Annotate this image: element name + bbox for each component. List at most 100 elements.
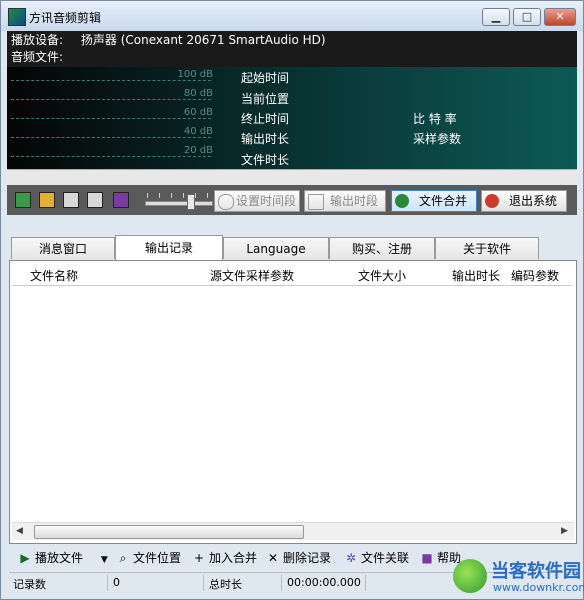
tab-messages[interactable]: 消息窗口 bbox=[11, 237, 115, 259]
device-info-bar: 播放设备: 扬声器 (Conexant 20671 SmartAudio HD)… bbox=[7, 31, 577, 67]
current-position-label: 当前位置 bbox=[241, 92, 290, 106]
x-icon: ✕ bbox=[267, 551, 279, 565]
add-merge-button[interactable]: + 加入合并 bbox=[193, 549, 257, 567]
volume-slider[interactable] bbox=[145, 191, 213, 210]
power-icon bbox=[485, 194, 499, 208]
db-label: 60 dB bbox=[183, 107, 213, 118]
watermark: 当客软件园 www.downkr.com bbox=[453, 557, 584, 597]
scroll-thumb[interactable] bbox=[34, 525, 304, 539]
watermark-name: 当客软件园 bbox=[491, 561, 581, 582]
window-title: 方讯音频剪辑 bbox=[29, 11, 102, 25]
slider-tick bbox=[147, 193, 148, 198]
play-file-label: 播放文件 bbox=[35, 551, 84, 565]
set-range-button[interactable]: 设置时间段 bbox=[214, 190, 300, 212]
status-divider bbox=[203, 575, 204, 591]
merge-button[interactable]: 文件合并 bbox=[391, 190, 477, 212]
slider-tick bbox=[183, 193, 184, 198]
status-divider bbox=[281, 575, 282, 591]
output-length-label: 输出时长 bbox=[241, 132, 290, 146]
close-button[interactable]: ✕ bbox=[544, 8, 576, 26]
col-output-length[interactable]: 输出时长 bbox=[452, 267, 500, 284]
watermark-logo bbox=[453, 559, 487, 593]
scroll-right-icon[interactable]: ▶ bbox=[561, 526, 568, 536]
output-log-panel: 文件名称 源文件采样参数 文件大小 输出时长 编码参数 ◀ ▶ bbox=[9, 260, 577, 544]
book-icon[interactable] bbox=[113, 192, 129, 208]
meter-gridline bbox=[11, 137, 211, 138]
stop-icon[interactable] bbox=[87, 192, 103, 208]
table-header: 文件名称 源文件采样参数 文件大小 输出时长 编码参数 bbox=[12, 265, 572, 286]
merge-icon bbox=[395, 194, 409, 208]
sampling-label: 采样参数 bbox=[413, 132, 462, 146]
db-label: 20 dB bbox=[183, 145, 213, 156]
record-count-value: 0 bbox=[113, 576, 120, 589]
bitrate-label: 比 特 率 bbox=[413, 112, 457, 126]
db-label: 80 dB bbox=[183, 88, 213, 99]
merge-label: 文件合并 bbox=[418, 194, 467, 208]
play-file-button[interactable]: ▶ 播放文件 ▼ bbox=[19, 549, 108, 567]
tab-purchase[interactable]: 购买、注册 bbox=[329, 237, 435, 259]
file-label: 音频文件: bbox=[11, 50, 64, 64]
horizontal-scrollbar[interactable]: ◀ ▶ bbox=[12, 522, 574, 540]
tab-output-log[interactable]: 输出记录 bbox=[115, 235, 223, 261]
gear-icon: ✲ bbox=[345, 551, 357, 565]
add-merge-label: 加入合并 bbox=[209, 551, 258, 565]
meter-gridline bbox=[11, 99, 211, 100]
scroll-left-icon[interactable]: ◀ bbox=[16, 526, 23, 536]
play-icon[interactable] bbox=[63, 192, 79, 208]
total-length-value: 00:00:00.000 bbox=[287, 576, 361, 589]
start-time-label: 起始时间 bbox=[241, 71, 290, 85]
slider-thumb[interactable] bbox=[187, 194, 195, 210]
play-icon: ▶ bbox=[20, 551, 30, 565]
file-location-label: 文件位置 bbox=[133, 551, 182, 565]
monitor-icon[interactable] bbox=[15, 192, 31, 208]
file-length-label: 文件时长 bbox=[241, 153, 290, 167]
total-length-label: 总时长 bbox=[209, 578, 242, 591]
status-divider bbox=[365, 575, 366, 591]
col-encoding[interactable]: 编码参数 bbox=[511, 267, 559, 284]
slider-tick bbox=[159, 193, 160, 198]
folder-icon[interactable] bbox=[39, 192, 55, 208]
file-association-label: 文件关联 bbox=[361, 551, 410, 565]
output-range-button[interactable]: 输出时段 bbox=[304, 190, 386, 212]
tab-language[interactable]: Language bbox=[223, 237, 329, 259]
meter-gridline bbox=[11, 118, 211, 119]
delete-record-button[interactable]: ✕ 删除记录 bbox=[267, 549, 331, 567]
device-value: 扬声器 (Conexant 20671 SmartAudio HD) bbox=[80, 33, 326, 47]
dropdown-icon[interactable]: ▼ bbox=[101, 555, 108, 565]
slider-tick bbox=[207, 193, 208, 198]
exit-label: 退出系统 bbox=[508, 194, 557, 208]
file-association-button[interactable]: ✲ 文件关联 bbox=[345, 549, 409, 567]
col-source-params[interactable]: 源文件采样参数 bbox=[210, 267, 294, 284]
main-window: 方讯音频剪辑 ▁ □ ✕ 播放设备: 扬声器 (Conexant 20671 S… bbox=[0, 0, 584, 600]
col-file-size[interactable]: 文件大小 bbox=[358, 267, 406, 284]
title-bar[interactable]: 方讯音频剪辑 ▁ □ ✕ bbox=[1, 1, 583, 31]
waveform-display: 100 dB 80 dB 60 dB 40 dB 20 dB 起始时间 当前位置… bbox=[7, 67, 577, 169]
clock-icon bbox=[218, 194, 234, 210]
slider-tick bbox=[171, 193, 172, 198]
meter-gridline bbox=[11, 80, 211, 81]
disk-icon bbox=[308, 194, 324, 210]
plus-icon: + bbox=[193, 551, 205, 565]
output-range-label: 输出时段 bbox=[329, 194, 378, 208]
toolbar: 设置时间段 输出时段 文件合并 退出系统 bbox=[7, 185, 577, 215]
meter-gridline bbox=[11, 156, 211, 157]
minimize-button[interactable]: ▁ bbox=[482, 8, 510, 26]
slider-tick bbox=[195, 193, 196, 198]
device-label: 播放设备: bbox=[11, 33, 64, 47]
end-time-label: 终止时间 bbox=[241, 112, 290, 126]
tab-about[interactable]: 关于软件 bbox=[435, 237, 539, 259]
book-icon: ■ bbox=[421, 551, 433, 565]
col-filename[interactable]: 文件名称 bbox=[30, 267, 78, 284]
db-label: 40 dB bbox=[183, 126, 213, 137]
delete-record-label: 删除记录 bbox=[283, 551, 332, 565]
exit-button[interactable]: 退出系统 bbox=[481, 190, 567, 212]
tab-bar: 消息窗口 输出记录 Language 购买、注册 关于软件 bbox=[9, 235, 577, 261]
maximize-button[interactable]: □ bbox=[513, 8, 541, 26]
magnifier-icon: ⌕ bbox=[119, 551, 127, 565]
file-location-button[interactable]: ⌕ 文件位置 bbox=[117, 549, 181, 567]
separator bbox=[7, 169, 577, 184]
status-divider bbox=[107, 575, 108, 591]
slider-track bbox=[145, 201, 213, 206]
record-count-label: 记录数 bbox=[13, 578, 46, 591]
app-icon bbox=[8, 8, 26, 26]
